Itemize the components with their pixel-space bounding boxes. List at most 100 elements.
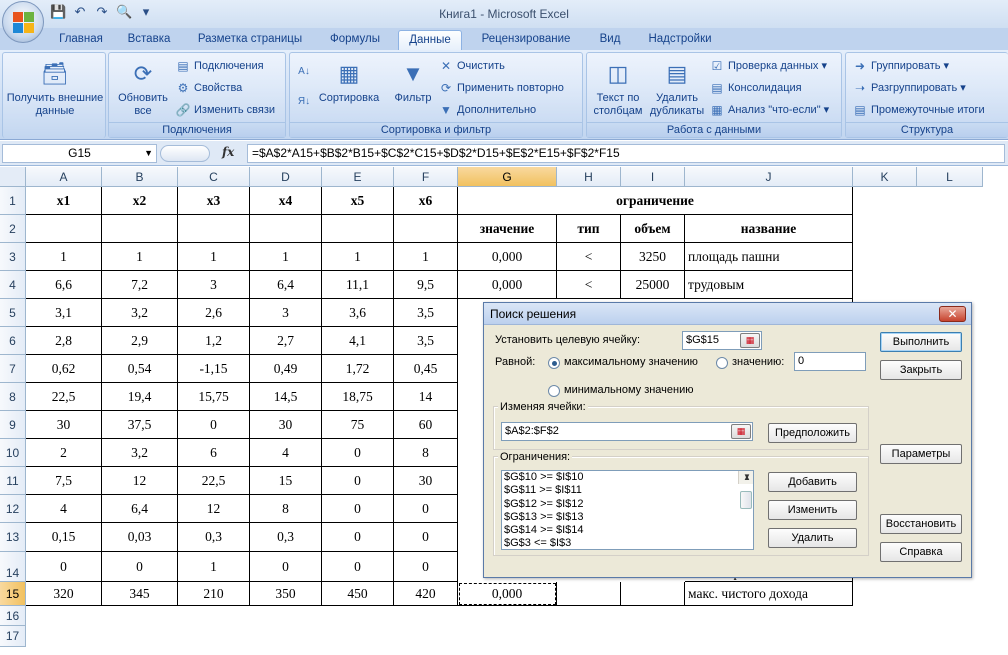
grid-cell[interactable]: 19,4 xyxy=(102,383,178,411)
row-header-8[interactable]: 8 xyxy=(0,383,26,411)
header-cell[interactable]: название xyxy=(685,215,853,243)
column-header-l[interactable]: L xyxy=(917,167,983,187)
row-header-6[interactable]: 6 xyxy=(0,327,26,355)
header-cell[interactable]: x3 xyxy=(178,187,250,215)
row-header-10[interactable]: 10 xyxy=(0,439,26,467)
tab-addins[interactable]: Надстройки xyxy=(640,30,720,50)
column-header-f[interactable]: F xyxy=(394,167,458,187)
column-header-k[interactable]: K xyxy=(853,167,917,187)
select-all-corner[interactable] xyxy=(0,167,26,187)
group-button[interactable]: ➜ Группировать ▾ xyxy=(852,59,949,73)
grid-cell[interactable]: 22,5 xyxy=(178,467,250,495)
grid-cell[interactable]: 1,2 xyxy=(178,327,250,355)
grid-cell[interactable]: 0,49 xyxy=(250,355,322,383)
grid-cell[interactable]: 0,3 xyxy=(250,523,322,552)
grid-cell[interactable]: 12 xyxy=(102,467,178,495)
grid-cell[interactable]: 6,4 xyxy=(102,495,178,523)
grid-cell[interactable]: 3250 xyxy=(621,243,685,271)
active-cell[interactable]: 0,000 xyxy=(458,582,557,606)
grid-cell[interactable]: 3 xyxy=(250,299,322,327)
tab-data[interactable]: Данные xyxy=(398,30,462,50)
grid-cell[interactable]: -1,15 xyxy=(178,355,250,383)
column-header-c[interactable]: C xyxy=(178,167,250,187)
grid-cell[interactable]: 1 xyxy=(322,243,394,271)
grid-cell[interactable]: 2,7 xyxy=(250,327,322,355)
add-button[interactable]: Добавить xyxy=(768,472,857,492)
grid-cell[interactable]: 3,5 xyxy=(394,299,458,327)
column-header-j[interactable]: J xyxy=(685,167,853,187)
list-item[interactable]: $G$11 >= $I$11 xyxy=(502,484,753,497)
row-header-11[interactable]: 11 xyxy=(0,467,26,495)
grid-cell[interactable]: 3,1 xyxy=(26,299,102,327)
grid-cell[interactable]: 18,75 xyxy=(322,383,394,411)
collapse-dialog-icon[interactable]: ▦ xyxy=(740,333,760,348)
row-header-1[interactable]: 1 xyxy=(0,187,26,215)
sort-az-icon[interactable]: A↓ xyxy=(296,65,315,79)
close-icon[interactable]: ✕ xyxy=(939,306,966,322)
scroll-down-icon[interactable]: ▼ xyxy=(739,471,753,484)
grid-cell[interactable]: 3,2 xyxy=(102,299,178,327)
grid-cell[interactable]: 4 xyxy=(26,495,102,523)
grid-cell[interactable]: 0 xyxy=(394,552,458,582)
office-button[interactable] xyxy=(2,1,44,43)
get-external-data-button[interactable]: 🗃 Получить внешние данные xyxy=(5,59,105,118)
what-if-button[interactable]: ▦ Анализ "что-если" ▾ xyxy=(709,103,829,117)
grid-cell[interactable]: 3 xyxy=(178,271,250,299)
constraints-list[interactable]: $G$10 >= $I$10 $G$11 >= $I$11 $G$12 >= $… xyxy=(501,470,754,550)
grid-cell[interactable]: 0 xyxy=(322,523,394,552)
header-cell[interactable]: значение xyxy=(458,215,557,243)
advanced-button[interactable]: ▼ Дополнительно xyxy=(438,103,536,117)
row-header-9[interactable]: 9 xyxy=(0,411,26,439)
grid-cell[interactable]: 0 xyxy=(178,411,250,439)
grid-cell[interactable]: 4 xyxy=(250,439,322,467)
list-item[interactable]: $G$3 <= $I$3 xyxy=(502,537,753,549)
grid-cell[interactable] xyxy=(322,215,394,243)
grid-cell[interactable]: 30 xyxy=(26,411,102,439)
grid-cell[interactable]: 1 xyxy=(394,243,458,271)
grid-cell[interactable]: 14,5 xyxy=(250,383,322,411)
grid-cell[interactable]: трудовым xyxy=(685,271,853,299)
filter-button[interactable]: ▼ Фильтр xyxy=(390,59,436,105)
grid-cell[interactable]: 1 xyxy=(102,243,178,271)
grid-cell[interactable]: 0,000 xyxy=(458,271,557,299)
tab-review[interactable]: Рецензирование xyxy=(472,30,580,50)
clear-button[interactable]: ✕ Очистить xyxy=(438,59,505,73)
constraint-header[interactable]: ограничение xyxy=(458,187,853,215)
grid-cell[interactable]: 22,5 xyxy=(26,383,102,411)
grid-cell[interactable]: 0,15 xyxy=(26,523,102,552)
grid-cell[interactable]: 30 xyxy=(250,411,322,439)
grid-cell[interactable]: 7,2 xyxy=(102,271,178,299)
grid-cell[interactable]: 30 xyxy=(394,467,458,495)
row-header-4[interactable]: 4 xyxy=(0,271,26,299)
grid-cell[interactable]: 1 xyxy=(178,552,250,582)
column-header-b[interactable]: B xyxy=(102,167,178,187)
row-header-5[interactable]: 5 xyxy=(0,299,26,327)
grid-cell[interactable]: 14 xyxy=(394,383,458,411)
help-button[interactable]: Справка xyxy=(880,542,962,562)
min-radio[interactable] xyxy=(548,385,560,397)
formula-input[interactable]: =$A$2*A15+$B$2*B15+$C$2*C15+$D$2*D15+$E$… xyxy=(247,144,1005,163)
grid-cell[interactable]: 0 xyxy=(26,552,102,582)
grid-cell[interactable]: 420 xyxy=(394,582,458,606)
grid-cell[interactable] xyxy=(557,582,621,606)
grid-cell[interactable]: площадь пашни xyxy=(685,243,853,271)
grid-cell[interactable]: 2 xyxy=(26,439,102,467)
row-header-7[interactable]: 7 xyxy=(0,355,26,383)
consolidate-button[interactable]: ▤ Консолидация xyxy=(709,81,801,95)
tab-view[interactable]: Вид xyxy=(590,30,630,50)
value-of-input[interactable]: 0 xyxy=(794,352,866,371)
grid-cell[interactable]: 0 xyxy=(102,552,178,582)
edit-links-button[interactable]: 🔗 Изменить связи xyxy=(175,103,276,117)
row-header-2[interactable]: 2 xyxy=(0,215,26,243)
grid-cell[interactable]: 9,5 xyxy=(394,271,458,299)
grid-cell[interactable]: 0,62 xyxy=(26,355,102,383)
grid-cell[interactable]: 15,75 xyxy=(178,383,250,411)
change-button[interactable]: Изменить xyxy=(768,500,857,520)
ungroup-button[interactable]: ➝ Разгруппировать ▾ xyxy=(852,81,966,95)
reapply-button[interactable]: ⟳ Применить повторно xyxy=(438,81,564,95)
list-item[interactable]: $G$12 >= $I$12 xyxy=(502,498,753,511)
header-cell[interactable]: x1 xyxy=(26,187,102,215)
grid-cell[interactable]: 7,5 xyxy=(26,467,102,495)
name-box[interactable]: G15 ▼ xyxy=(2,144,157,163)
grid-cell[interactable]: 12 xyxy=(178,495,250,523)
